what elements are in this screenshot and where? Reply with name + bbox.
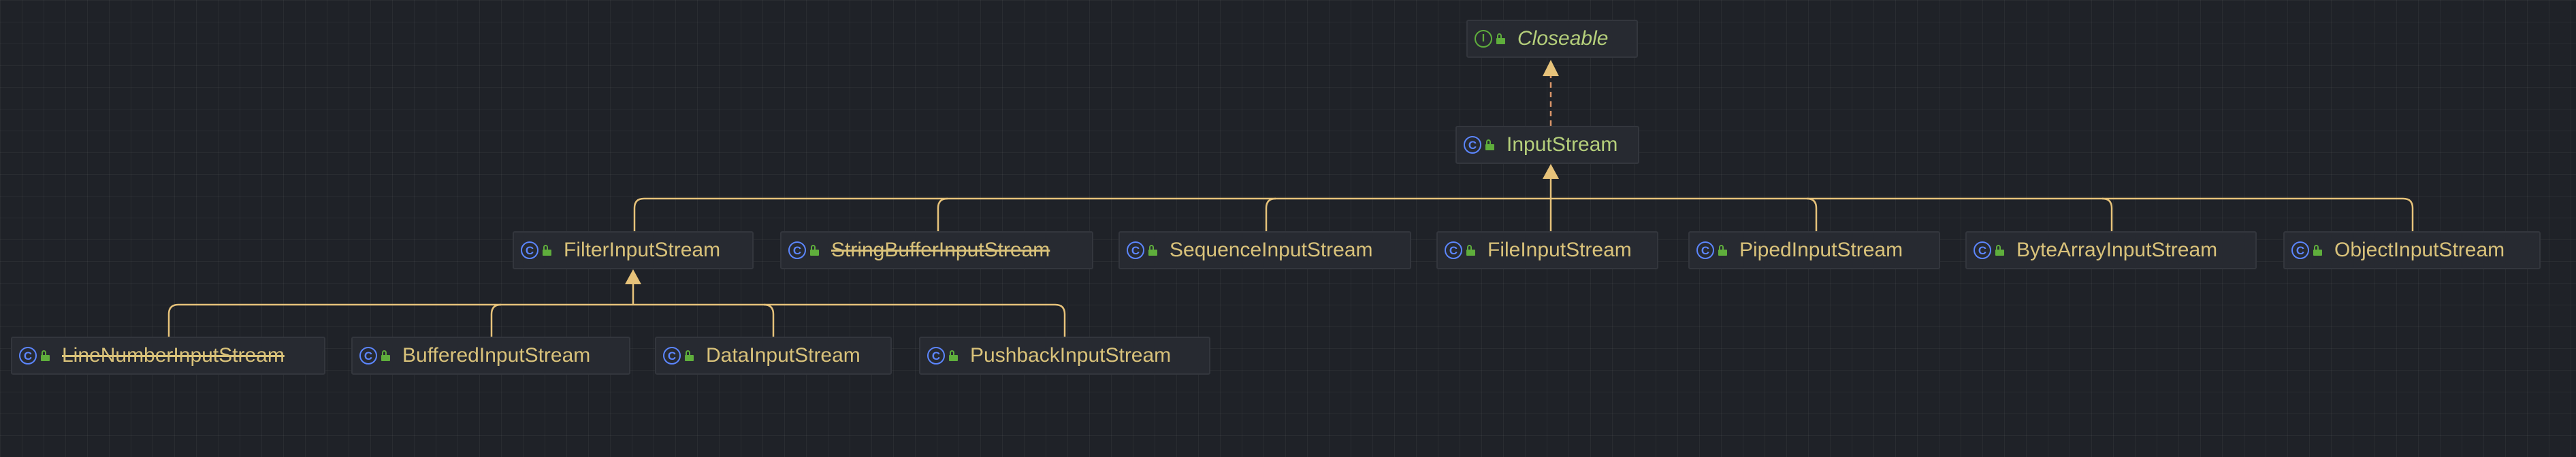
access-lock-icon xyxy=(1148,245,1157,256)
class-icon: C xyxy=(19,347,37,365)
node-datainputstream[interactable]: C DataInputStream xyxy=(655,337,892,375)
access-lock-icon xyxy=(2313,245,2322,256)
node-label: FileInputStream xyxy=(1487,239,1632,261)
extends-edge-inputstream-4 xyxy=(2102,197,2113,231)
extends-edge-inputstream-1 xyxy=(1265,197,1276,231)
node-objectinputstream[interactable]: C ObjectInputStream xyxy=(2283,231,2541,269)
access-lock-icon xyxy=(1718,245,1727,256)
arrowhead-closeable xyxy=(1543,60,1559,76)
node-label: PushbackInputStream xyxy=(970,344,1172,367)
access-lock-icon xyxy=(1485,139,1494,150)
node-bytearrayinputstream[interactable]: C ByteArrayInputStream xyxy=(1965,231,2257,269)
node-label: StringBufferInputStream xyxy=(831,239,1050,261)
node-label: LineNumberInputStream xyxy=(62,344,285,367)
access-lock-icon xyxy=(543,245,551,256)
class-icon: C xyxy=(521,241,538,259)
inheritance-edges xyxy=(167,60,2414,337)
node-label: DataInputStream xyxy=(706,344,860,367)
node-pipedinputstream[interactable]: C PipedInputStream xyxy=(1688,231,1940,269)
class-icon: C xyxy=(788,241,806,259)
access-lock-icon xyxy=(1496,33,1505,44)
extends-edge-inputstream-3 xyxy=(1806,197,1818,231)
extends-bus-filter xyxy=(167,303,1066,337)
node-fileinputstream[interactable]: C FileInputStream xyxy=(1436,231,1658,269)
node-filterinputstream[interactable]: C FilterInputStream xyxy=(513,231,754,269)
extends-edge-filter-0 xyxy=(490,303,502,337)
node-label: FilterInputStream xyxy=(564,239,721,261)
class-icon: C xyxy=(927,347,945,365)
node-linenumberinputstream[interactable]: C LineNumberInputStream xyxy=(11,337,325,375)
node-label: PipedInputStream xyxy=(1739,239,1903,261)
access-lock-icon xyxy=(949,350,958,361)
extends-edge-inputstream-0 xyxy=(937,197,948,231)
class-icon: C xyxy=(1445,241,1462,259)
node-label: ByteArrayInputStream xyxy=(2016,239,2218,261)
extends-edge-filter-1 xyxy=(763,303,775,337)
class-icon: C xyxy=(1127,241,1144,259)
node-label: BufferedInputStream xyxy=(402,344,591,367)
extends-bus-inputstream xyxy=(633,197,2414,231)
access-lock-icon xyxy=(41,350,50,361)
class-icon: C xyxy=(359,347,377,365)
class-icon: C xyxy=(2291,241,2309,259)
node-label: InputStream xyxy=(1507,133,1618,156)
arrowhead-inputstream xyxy=(1543,164,1559,179)
node-label: Closeable xyxy=(1517,27,1609,50)
node-bufferedinputstream[interactable]: C BufferedInputStream xyxy=(351,337,630,375)
class-icon: C xyxy=(663,347,681,365)
class-icon: C xyxy=(1464,136,1481,154)
access-lock-icon xyxy=(1466,245,1475,256)
interface-icon: I xyxy=(1475,30,1492,48)
node-closeable[interactable]: I Closeable xyxy=(1466,20,1638,58)
node-inputstream[interactable]: C InputStream xyxy=(1455,126,1639,164)
node-stringbufferinputstream[interactable]: C StringBufferInputStream xyxy=(780,231,1093,269)
access-lock-icon xyxy=(685,350,694,361)
node-label: SequenceInputStream xyxy=(1170,239,1373,261)
access-lock-icon xyxy=(1995,245,2004,256)
node-label: ObjectInputStream xyxy=(2334,239,2505,261)
access-lock-icon xyxy=(810,245,819,256)
class-icon: C xyxy=(1974,241,1991,259)
class-icon: C xyxy=(1696,241,1714,259)
arrowhead-filter xyxy=(625,269,641,284)
access-lock-icon xyxy=(381,350,390,361)
node-pushbackinputstream[interactable]: C PushbackInputStream xyxy=(919,337,1210,375)
node-sequenceinputstream[interactable]: C SequenceInputStream xyxy=(1118,231,1411,269)
